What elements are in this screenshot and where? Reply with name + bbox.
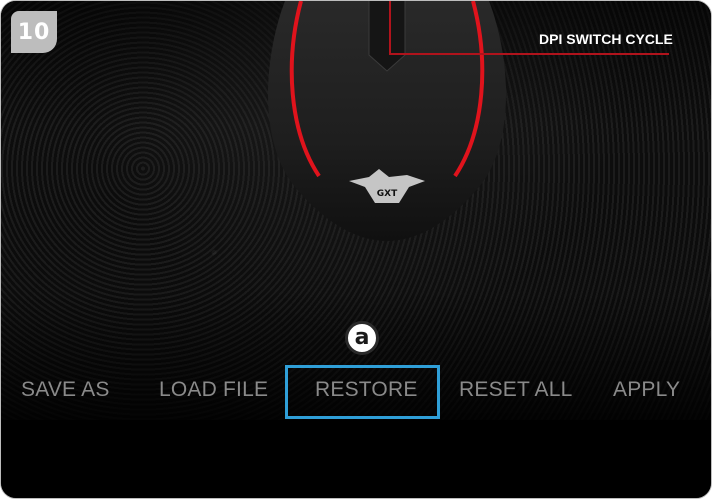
save-as-button[interactable]: SAVE AS xyxy=(21,378,110,402)
svg-text:GXT: GXT xyxy=(377,189,398,199)
reset-all-button[interactable]: RESET ALL xyxy=(459,378,572,402)
gaming-mouse-icon: GXT xyxy=(268,1,506,241)
load-file-button[interactable]: LOAD FILE xyxy=(159,378,268,402)
step-number-badge: 10 xyxy=(11,11,57,53)
tutorial-frame: GXT 10 DPI SWITCH CYCLE SAVE AS LOAD FIL… xyxy=(0,0,712,499)
restore-highlight-box xyxy=(285,365,440,419)
dpi-switch-cycle-label: DPI SWITCH CYCLE xyxy=(539,31,673,47)
bottom-panel xyxy=(1,420,711,498)
annotation-marker: a xyxy=(345,321,379,355)
callout-line xyxy=(389,53,669,55)
callout-line xyxy=(389,1,391,55)
apply-button[interactable]: APPLY xyxy=(613,378,680,402)
